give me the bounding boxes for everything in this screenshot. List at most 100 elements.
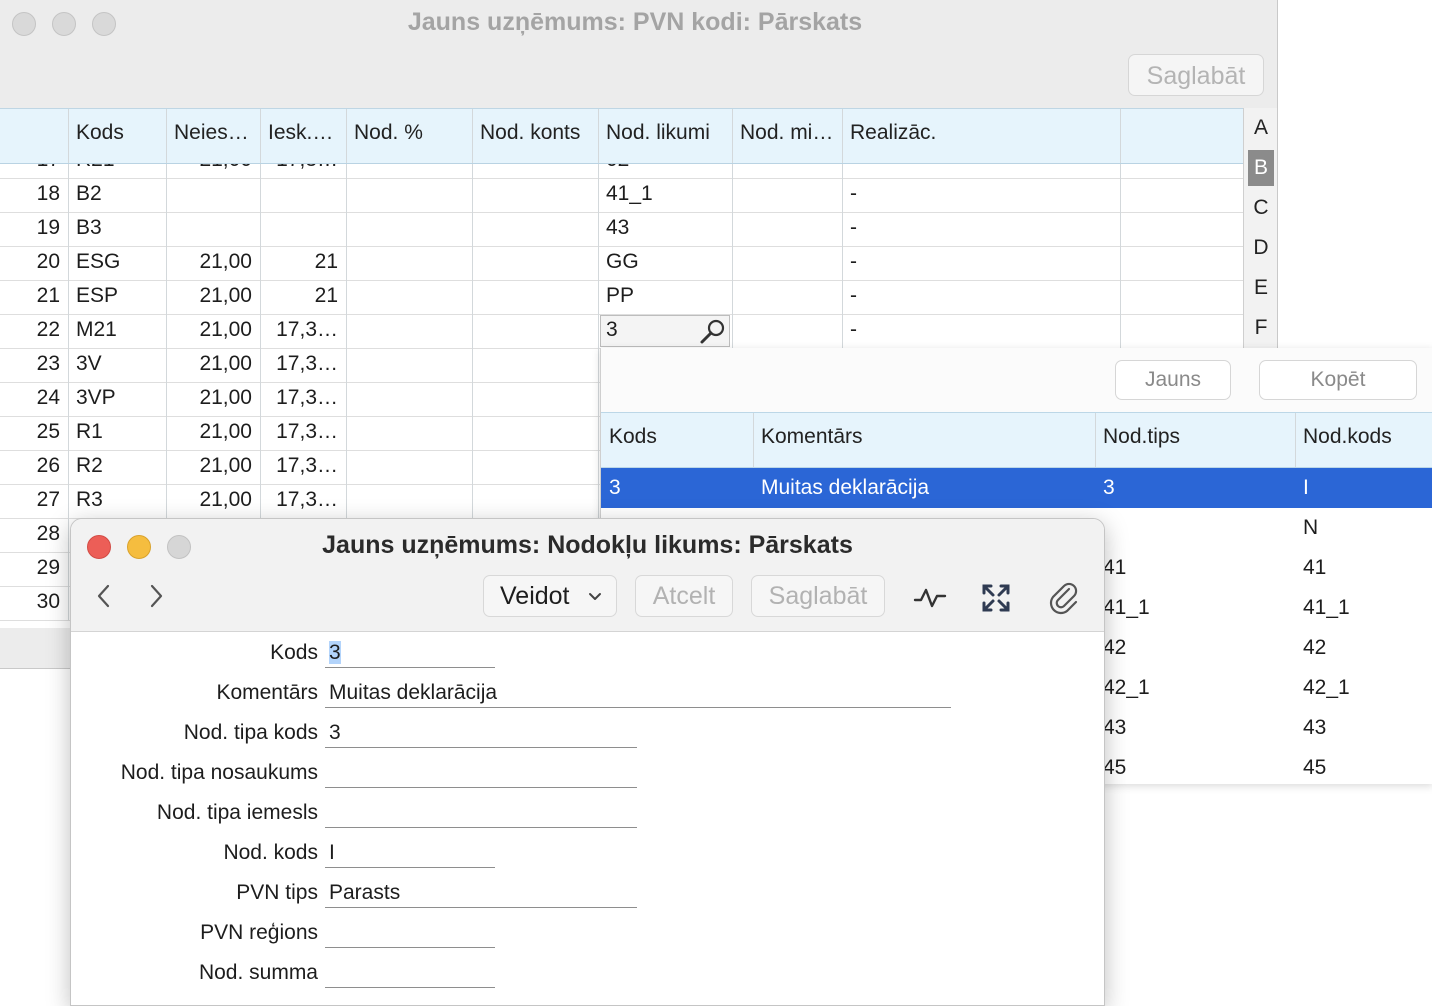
magnifier-icon[interactable]: [697, 317, 727, 345]
cell-kods: R3: [76, 488, 103, 511]
alpha-index-a[interactable]: A: [1248, 110, 1274, 146]
column-header-komentars[interactable]: Komentārs: [761, 425, 863, 449]
new-button[interactable]: Jauns: [1115, 360, 1231, 400]
expand-icon[interactable]: [981, 583, 1011, 613]
cell-nr: 19: [36, 216, 60, 239]
activity-icon[interactable]: [913, 583, 947, 613]
cell-nr: 24: [36, 386, 60, 409]
table-row[interactable]: 21 ESP 21,00 21 PP -: [0, 280, 1243, 315]
cell-likumi: PP: [606, 284, 635, 307]
alpha-index-b[interactable]: B: [1248, 150, 1274, 186]
chevron-left-icon[interactable]: [95, 583, 113, 609]
cell-realiz: -: [850, 284, 857, 307]
cell-kods: B2: [76, 182, 102, 205]
window-title: Jauns uzņēmums: PVN kodi: Pārskats: [407, 8, 863, 36]
cell-neies: 21,00: [199, 488, 252, 511]
column-header-realizac[interactable]: Realizāc.: [850, 121, 1110, 145]
field-input-pvn-tips[interactable]: Parasts: [325, 878, 637, 908]
cell-tips: 41: [1103, 556, 1127, 579]
cell-kods: M21: [76, 318, 117, 341]
cell-kods: ESG: [76, 250, 121, 273]
column-header-nod-kods[interactable]: Nod.kods: [1303, 425, 1392, 449]
field-value: Parasts: [329, 881, 401, 904]
cell-iesk: 21: [314, 284, 338, 307]
cell-tips: 43: [1103, 716, 1127, 739]
cell-kods: B3: [76, 216, 102, 239]
field-label-nod-tipa-nosaukums: Nod. tipa nosaukums: [120, 761, 318, 784]
cell-realiz: -: [850, 182, 857, 205]
field-label-pvn-re-ions: PVN reģions: [200, 921, 318, 944]
column-header-nod-likumi[interactable]: Nod. likumi: [606, 121, 730, 145]
field-input-nod-tipa-iemesls[interactable]: [325, 798, 637, 828]
field-input-kods[interactable]: 3: [325, 638, 495, 668]
column-header-nod-mi[interactable]: Nod. mi…: [740, 121, 840, 145]
column-header-kods[interactable]: Kods: [76, 121, 162, 145]
table-row[interactable]: 19 B3 43 -: [0, 212, 1243, 247]
column-header-nod-tips[interactable]: Nod.tips: [1103, 425, 1180, 449]
field-value: I: [329, 841, 335, 864]
cell-tips: 41_1: [1103, 596, 1150, 619]
cell-nodkods: 42_1: [1303, 676, 1350, 699]
create-label: Veidot: [500, 582, 570, 610]
table-row[interactable]: 20 ESG 21,00 21 GG -: [0, 246, 1243, 281]
field-input-nod-summa[interactable]: [325, 958, 495, 988]
cell-iesk: 17,3…: [276, 386, 338, 409]
cell-nr: 28: [36, 522, 60, 545]
alpha-index-d[interactable]: D: [1248, 230, 1274, 266]
table-row[interactable]: 18 B2 41_1 -: [0, 178, 1243, 213]
copy-button[interactable]: Kopēt: [1259, 360, 1417, 400]
field-input-pvn-re-ions[interactable]: [325, 918, 495, 948]
cell-kods: 3V: [76, 352, 102, 375]
field-value: 3: [329, 721, 341, 744]
table-header: Kods Neies… Iesk.… Nod. % Nod. konts Nod…: [0, 108, 1243, 164]
cell-iesk: 17,3…: [276, 352, 338, 375]
alpha-index-c[interactable]: C: [1248, 190, 1274, 226]
field-value: Muitas deklarācija: [329, 681, 498, 704]
cell-likumi: 43: [606, 216, 630, 239]
cell-kods: R2: [76, 454, 103, 477]
column-header-neies[interactable]: Neies…: [174, 121, 256, 145]
cell-nodkods: 45: [1303, 756, 1327, 779]
cell-nr: 21: [36, 284, 60, 307]
cell-nr: 26: [36, 454, 60, 477]
field-label-nod-tipa-iemesls: Nod. tipa iemesls: [156, 801, 318, 824]
field-input-nod-tipa-kods[interactable]: 3: [325, 718, 637, 748]
cancel-button[interactable]: Atcelt: [635, 575, 733, 617]
list-item[interactable]: 3 Muitas deklarācija 3 I: [601, 468, 1432, 508]
save-button[interactable]: Saglabāt: [751, 575, 885, 617]
cell-iesk: 17,3…: [276, 420, 338, 443]
lookup-field[interactable]: 3: [600, 315, 730, 347]
table-row[interactable]: 22 M21 21,00 17,3… - 3: [0, 314, 1243, 349]
column-header-nod-konts[interactable]: Nod. konts: [480, 121, 596, 145]
window-toolbar: Jauns uzņēmums: Nodokļu likums: Pārskats…: [71, 519, 1104, 632]
chevron-right-icon[interactable]: [147, 583, 165, 609]
cell-tips: 3: [1103, 476, 1115, 499]
alpha-index-e[interactable]: E: [1248, 270, 1274, 306]
field-input-nod-kods[interactable]: I: [325, 838, 495, 868]
lookup-value: 3: [606, 318, 618, 341]
save-button[interactable]: Saglabāt: [1128, 54, 1264, 96]
cell-kods: 3: [609, 476, 621, 499]
cell-iesk: 17,3…: [276, 318, 338, 341]
cell-kods: ESP: [76, 284, 119, 307]
paperclip-icon[interactable]: [1047, 581, 1081, 615]
cell-neies: 21,00: [199, 318, 252, 341]
alpha-index-f[interactable]: F: [1248, 310, 1274, 346]
cell-nodkods: I: [1303, 476, 1309, 499]
cell-likumi: 41_1: [606, 182, 653, 205]
create-dropdown[interactable]: Veidot: [483, 575, 617, 617]
cell-nodkods: 41_1: [1303, 596, 1350, 619]
field-label-kods: Kods: [270, 641, 318, 664]
cell-kods: R1: [76, 420, 103, 443]
cell-tips: 45: [1103, 756, 1127, 779]
cell-neies: 21,00: [199, 454, 252, 477]
cell-nodkods: 42: [1303, 636, 1327, 659]
column-header-iesk[interactable]: Iesk.…: [268, 121, 344, 145]
column-header-kods[interactable]: Kods: [609, 425, 657, 449]
cell-nr: 30: [36, 590, 60, 613]
cell-realiz: -: [850, 216, 857, 239]
column-header-nod-pct[interactable]: Nod. %: [354, 121, 470, 145]
cell-kods: 3VP: [76, 386, 116, 409]
field-input-nod-tipa-nosaukums[interactable]: [325, 758, 637, 788]
field-input-koment-rs[interactable]: Muitas deklarācija: [325, 678, 951, 708]
